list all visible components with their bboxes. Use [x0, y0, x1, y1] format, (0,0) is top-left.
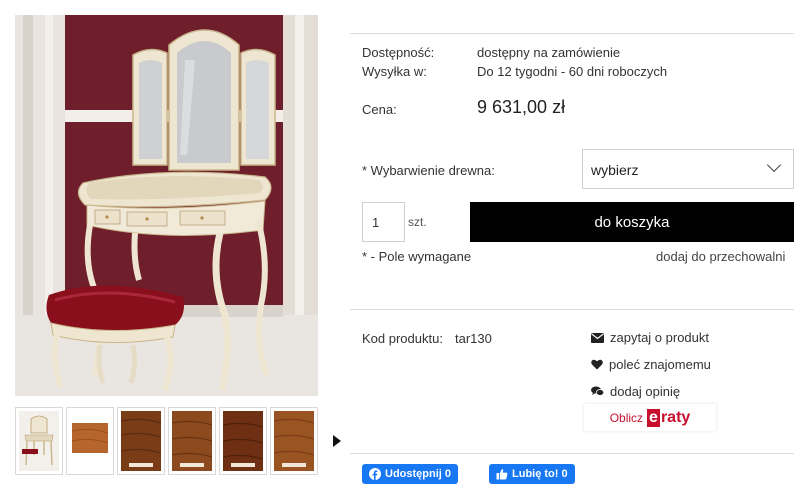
heart-icon: [591, 359, 603, 370]
eraty-prefix: Oblicz: [609, 410, 644, 425]
facebook-share-label: Udostępnij 0: [385, 468, 452, 480]
shipping-label: Wysyłka w:: [362, 64, 427, 79]
ask-about-product-link[interactable]: zapytaj o produkt: [591, 330, 709, 345]
price-label: Cena:: [362, 102, 397, 117]
thumbnail-wood-sample-1[interactable]: [66, 407, 114, 475]
comments-icon: [591, 386, 604, 396]
main-product-photo[interactable]: [15, 15, 318, 396]
quantity-input[interactable]: [362, 202, 405, 242]
eraty-logo-rest: raty: [660, 408, 691, 426]
product-code-value: tar130: [455, 331, 492, 346]
thumbnail-wood-sample-3[interactable]: [168, 407, 216, 475]
eraty-logo: e raty: [647, 408, 691, 427]
add-review-link[interactable]: dodaj opinię: [591, 384, 680, 399]
price-value: 9 631,00 zł: [477, 97, 566, 117]
product-code-label: Kod produktu:: [362, 331, 443, 346]
add-review-label: dodaj opinię: [610, 384, 681, 399]
shipping-value: Do 12 tygodni - 60 dni roboczych: [477, 64, 668, 79]
quantity-unit: szt.: [408, 215, 427, 229]
thumbnail-wood-sample-2[interactable]: [117, 407, 165, 475]
facebook-share-button[interactable]: Udostępnij 0: [362, 464, 459, 484]
add-to-storage-link[interactable]: dodaj do przechowalni: [656, 249, 785, 264]
ask-about-product-label: zapytaj o produkt: [610, 330, 710, 345]
thumbs-up-icon: [496, 468, 508, 480]
facebook-like-button[interactable]: Lubię to! 0: [489, 464, 575, 484]
thumbnails-next-arrow-icon[interactable]: [333, 435, 341, 447]
recommend-to-friend-link[interactable]: poleć znajomemu: [591, 357, 711, 372]
availability-value: dostępny na zamówienie: [477, 45, 621, 60]
envelope-icon: [591, 332, 604, 343]
divider-middle: [350, 309, 794, 310]
eraty-installments-button[interactable]: Oblicz e raty: [584, 404, 716, 431]
wood-color-label: * Wybarwienie drewna:: [362, 163, 495, 178]
facebook-icon: [369, 468, 381, 480]
divider-top: [350, 33, 794, 34]
required-note: * - Pole wymagane: [362, 249, 472, 264]
recommend-to-friend-label: poleć znajomemu: [609, 357, 711, 372]
availability-label: Dostępność:: [362, 45, 435, 60]
add-to-cart-button[interactable]: do koszyka: [470, 202, 794, 242]
thumbnail-wood-sample-5[interactable]: [270, 407, 318, 475]
thumbnail-strip: [15, 407, 318, 475]
eraty-logo-e: e: [647, 408, 660, 427]
chevron-down-icon: [766, 157, 782, 173]
facebook-like-label: Lubię to! 0: [512, 468, 568, 480]
divider-bottom: [350, 453, 794, 454]
wood-color-selected: wybierz: [591, 162, 639, 178]
thumbnail-dressing-table[interactable]: [15, 407, 63, 475]
wood-color-select[interactable]: wybierz: [582, 149, 794, 189]
thumbnail-wood-sample-4[interactable]: [219, 407, 267, 475]
